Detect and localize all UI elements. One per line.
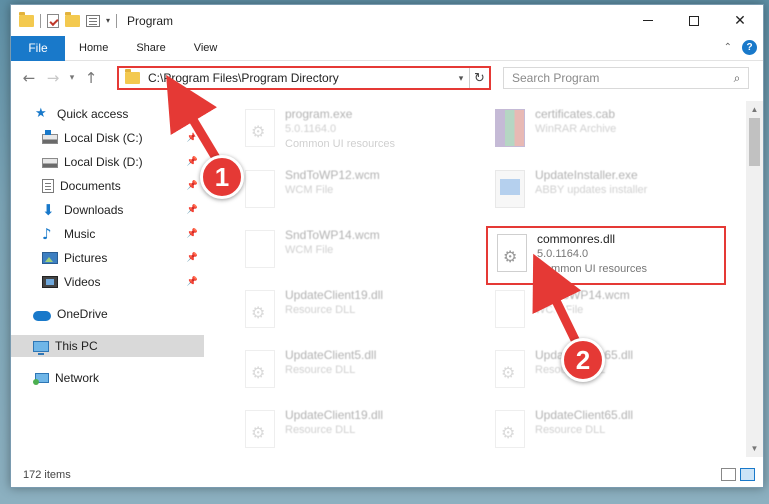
- step-badge-2: 2: [561, 338, 605, 382]
- step-badge-1: 1: [200, 155, 244, 199]
- annotation-arrow-1: [166, 74, 587, 357]
